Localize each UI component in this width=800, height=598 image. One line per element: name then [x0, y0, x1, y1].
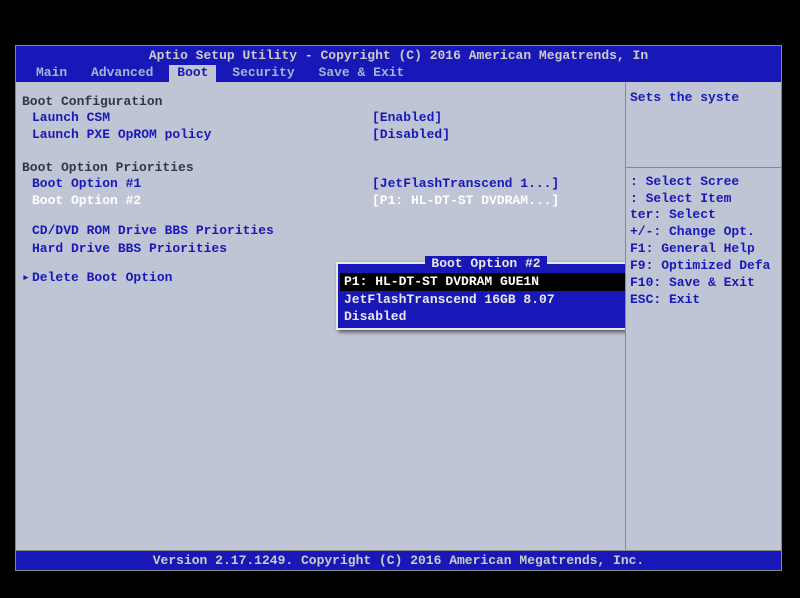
popup-item-dvdram[interactable]: P1: HL-DT-ST DVDRAM GUE1N — [340, 273, 626, 291]
hard-drive-bbs-item[interactable]: Hard Drive BBS Priorities — [22, 240, 619, 258]
section-boot-priorities: Boot Option Priorities — [22, 160, 619, 175]
popup-item-jetflash[interactable]: JetFlashTranscend 16GB 8.07 — [340, 291, 626, 309]
section-boot-configuration: Boot Configuration — [22, 94, 619, 109]
help-key-change: +/-: Change Opt. — [630, 224, 777, 241]
header: Aptio Setup Utility - Copyright (C) 2016… — [15, 45, 782, 82]
launch-pxe-item[interactable]: Launch PXE OpROM policy [Disabled] — [22, 126, 619, 144]
tab-save-exit[interactable]: Save & Exit — [311, 65, 413, 82]
help-panel: Sets the syste : Select Scree : Select I… — [626, 82, 781, 550]
boot-option-2-label: Boot Option #2 — [32, 192, 372, 210]
launch-pxe-label: Launch PXE OpROM policy — [32, 126, 372, 144]
boot-option-1-label: Boot Option #1 — [32, 175, 372, 193]
help-key-select-item: : Select Item — [630, 191, 777, 208]
popup-item-disabled[interactable]: Disabled — [340, 308, 626, 326]
footer-version: Version 2.17.1249. Copyright (C) 2016 Am… — [15, 550, 782, 571]
help-key-f9: F9: Optimized Defa — [630, 258, 777, 275]
popup-title: Boot Option #2 — [340, 257, 626, 271]
triangle-right-icon: ▸ — [22, 269, 32, 287]
tab-main[interactable]: Main — [28, 65, 75, 82]
launch-csm-item[interactable]: Launch CSM [Enabled] — [22, 109, 619, 127]
cd-dvd-bbs-label: CD/DVD ROM Drive BBS Priorities — [32, 222, 372, 240]
tab-boot[interactable]: Boot — [169, 65, 216, 82]
boot-option-2-item[interactable]: Boot Option #2 [P1: HL-DT-ST DVDRAM...] — [22, 192, 619, 210]
help-key-f10: F10: Save & Exit — [630, 275, 777, 292]
help-key-select-screen: : Select Scree — [630, 174, 777, 191]
delete-boot-option-label: Delete Boot Option — [32, 269, 372, 287]
main-panel: Boot Configuration Launch CSM [Enabled] … — [16, 82, 626, 550]
utility-title: Aptio Setup Utility - Copyright (C) 2016… — [22, 48, 775, 65]
launch-pxe-value: [Disabled] — [372, 126, 450, 144]
tab-advanced[interactable]: Advanced — [83, 65, 161, 82]
boot-option-1-item[interactable]: Boot Option #1 [JetFlashTranscend 1...] — [22, 175, 619, 193]
launch-csm-label: Launch CSM — [32, 109, 372, 127]
tab-security[interactable]: Security — [224, 65, 302, 82]
boot-option-2-value: [P1: HL-DT-ST DVDRAM...] — [372, 192, 559, 210]
help-description: Sets the syste — [630, 90, 777, 107]
menu-tabs: Main Advanced Boot Security Save & Exit — [22, 65, 775, 82]
help-key-enter: ter: Select — [630, 207, 777, 224]
divider — [626, 167, 781, 168]
help-key-f1: F1: General Help — [630, 241, 777, 258]
help-key-esc: ESC: Exit — [630, 292, 777, 309]
boot-option-popup: Boot Option #2 P1: HL-DT-ST DVDRAM GUE1N… — [336, 262, 626, 330]
launch-csm-value: [Enabled] — [372, 109, 442, 127]
boot-option-1-value: [JetFlashTranscend 1...] — [372, 175, 559, 193]
cd-dvd-bbs-item[interactable]: CD/DVD ROM Drive BBS Priorities — [22, 222, 619, 240]
hard-drive-bbs-label: Hard Drive BBS Priorities — [32, 240, 372, 258]
